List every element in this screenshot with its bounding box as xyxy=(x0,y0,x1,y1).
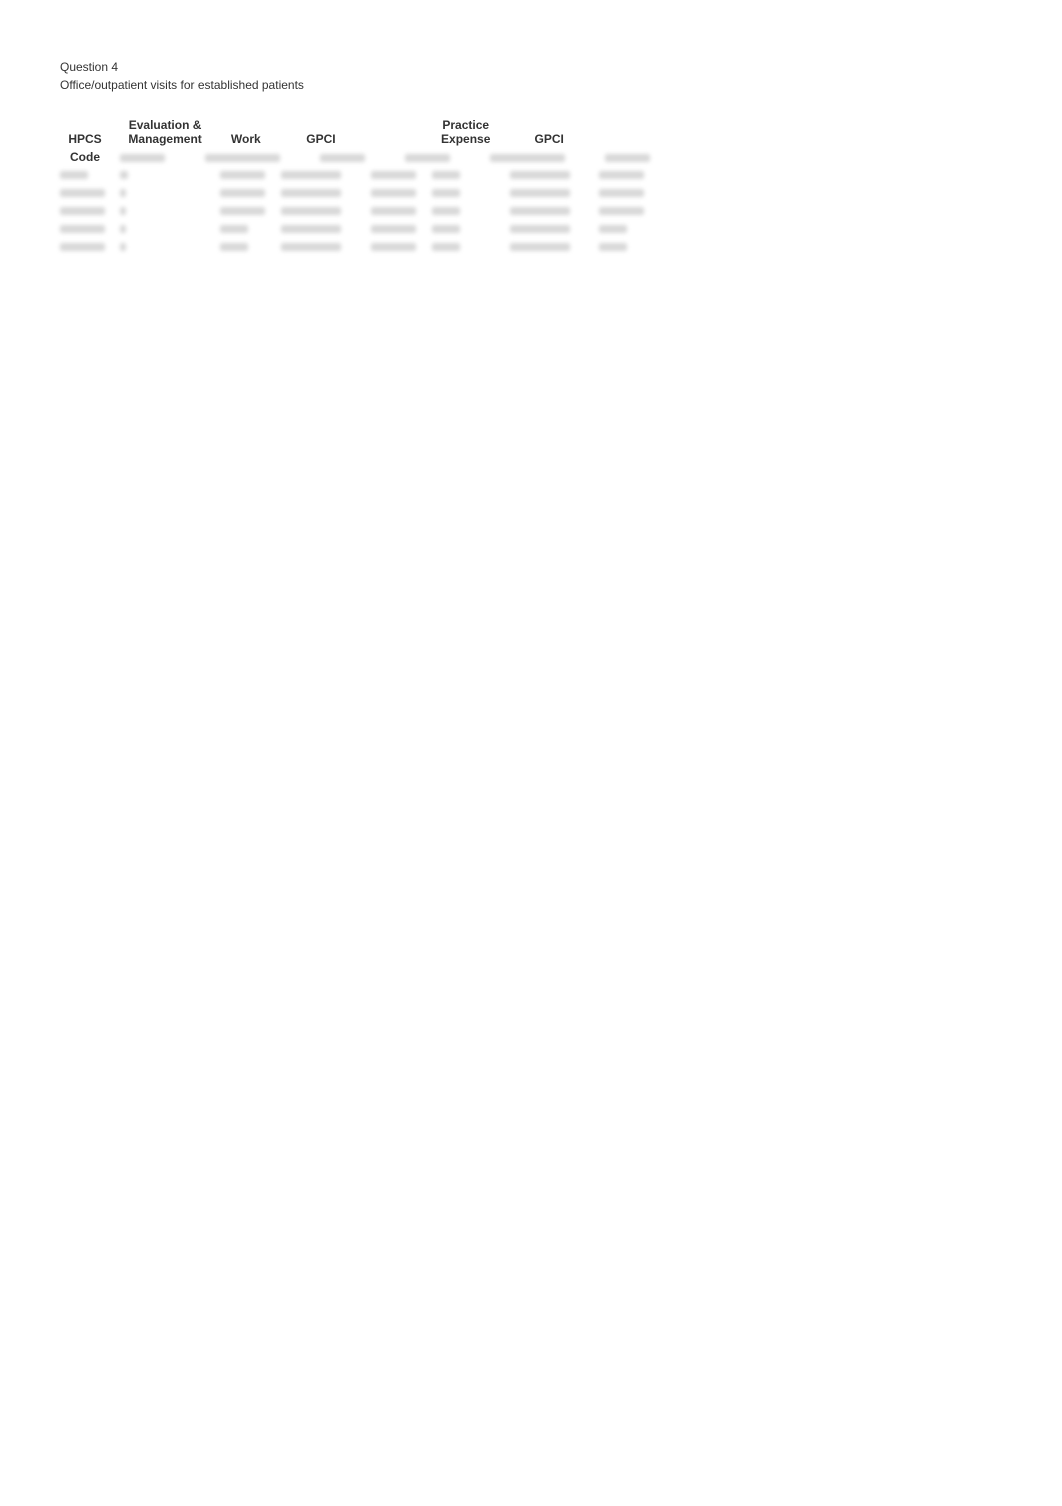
cell-em xyxy=(120,221,220,239)
th-code: Code xyxy=(60,148,120,164)
cell-practice xyxy=(432,221,510,239)
th-last-empty xyxy=(599,116,660,132)
cell-work xyxy=(220,185,281,203)
th-gpci1: GPCI xyxy=(281,132,370,148)
cell-gpci2 xyxy=(510,221,599,239)
data-table: Evaluation & Practice HPCS Management Wo… xyxy=(60,116,1002,257)
cell-work xyxy=(220,239,281,257)
cell-em xyxy=(120,203,220,221)
cell-em xyxy=(120,164,220,185)
cell-em xyxy=(120,185,220,203)
blurred-cell xyxy=(605,154,650,162)
table-row xyxy=(60,203,660,221)
th-hcpcs: HPCS xyxy=(60,132,120,148)
cell-spacer xyxy=(371,203,432,221)
cell-last xyxy=(599,185,660,203)
th-practice-group: Practice xyxy=(432,116,510,132)
th-gpci2: GPCI xyxy=(510,132,599,148)
cell-last xyxy=(599,239,660,257)
cell-gpci1 xyxy=(281,164,370,185)
cell-em xyxy=(120,239,220,257)
cell-gpci2 xyxy=(510,239,599,257)
blurred-cell xyxy=(320,154,365,162)
cell-gpci1 xyxy=(281,203,370,221)
blurred-cell xyxy=(205,154,280,162)
table-row xyxy=(60,239,660,257)
cell-gpci1 xyxy=(281,239,370,257)
th-hcpcs-empty xyxy=(60,116,120,132)
cell-gpci2 xyxy=(510,203,599,221)
cell-gpci1 xyxy=(281,221,370,239)
table-row xyxy=(60,185,660,203)
cell-last xyxy=(599,221,660,239)
cell-spacer xyxy=(371,164,432,185)
cell-spacer xyxy=(371,185,432,203)
cell-hcpcs xyxy=(60,239,120,257)
th-management: Management xyxy=(120,132,220,148)
blurred-cell xyxy=(490,154,565,162)
cell-spacer xyxy=(371,221,432,239)
cell-last xyxy=(599,164,660,185)
table-row xyxy=(60,164,660,185)
cell-work xyxy=(220,164,281,185)
th-work-empty xyxy=(220,116,281,132)
cell-gpci2 xyxy=(510,185,599,203)
cell-practice xyxy=(432,164,510,185)
th-gpci1-empty xyxy=(281,116,370,132)
th-evaluation-group: Evaluation & xyxy=(120,116,220,132)
cell-hcpcs xyxy=(60,164,120,185)
cell-hcpcs xyxy=(60,203,120,221)
cell-gpci1 xyxy=(281,185,370,203)
cell-practice xyxy=(432,239,510,257)
th-work: Work xyxy=(220,132,281,148)
th-expense: Expense xyxy=(432,132,510,148)
blurred-cell xyxy=(120,154,165,162)
th-last xyxy=(599,132,660,148)
cell-work xyxy=(220,203,281,221)
cell-last xyxy=(599,203,660,221)
cell-spacer xyxy=(371,239,432,257)
th-spacer2 xyxy=(371,132,432,148)
cell-practice xyxy=(432,203,510,221)
th-spacer1 xyxy=(371,116,432,132)
th-blurred-header-row xyxy=(120,148,660,164)
table-row xyxy=(60,221,660,239)
question-label: Question 4 xyxy=(60,60,1002,74)
cell-hcpcs xyxy=(60,185,120,203)
cell-hcpcs xyxy=(60,221,120,239)
th-gpci2-empty xyxy=(510,116,599,132)
cell-work xyxy=(220,221,281,239)
question-description: Office/outpatient visits for established… xyxy=(60,78,1002,92)
cell-practice xyxy=(432,185,510,203)
cell-gpci2 xyxy=(510,164,599,185)
blurred-cell xyxy=(405,154,450,162)
